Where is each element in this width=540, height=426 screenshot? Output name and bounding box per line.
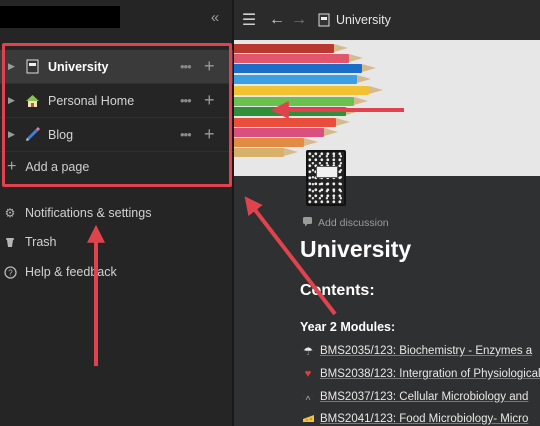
back-arrow-icon[interactable]: ← [266,11,288,29]
collapse-sidebar-icon[interactable]: « [206,9,224,27]
cover-pencil [234,97,368,106]
section-heading[interactable]: Year 2 Modules: [300,320,395,334]
page-title[interactable]: University [300,236,411,263]
gear-icon: ⚙ [4,206,16,220]
help-feedback-button[interactable]: ? Help & feedback [3,260,229,284]
module-link[interactable]: BMS2037/123: Cellular Microbiology and [300,387,540,407]
module-link[interactable]: ♥ BMS2038/123: Intergration of Physiolog… [300,364,540,384]
cover-pencil [234,64,376,73]
nav-label: Trash [25,235,57,249]
module-link[interactable]: ☂ BMS2035/123: Biochemistry - Enzymes a [300,341,540,361]
breadcrumb[interactable]: University [318,13,391,27]
nav-label: Help & feedback [25,265,117,279]
breadcrumb-title: University [336,13,391,27]
page-icon-notebook[interactable] [306,150,346,206]
module-link-text: BMS2035/123: Biochemistry - Enzymes a [320,345,533,357]
module-link-text: BMS2041/123: Food Microbiology- Micro [320,413,529,425]
cover-pencil [234,75,371,84]
cover-pencil [234,107,360,116]
notebook-icon [318,13,330,27]
nav-label: Notifications & settings [25,206,152,220]
help-icon: ? [3,265,17,279]
cover-pencil [234,148,298,157]
broken-heart-icon: ♥ [304,368,312,380]
add-discussion-button[interactable]: Add discussion [302,216,389,230]
cover-pencil [234,118,350,127]
module-link-text: BMS2038/123: Intergration of Physiologic… [320,368,540,380]
add-discussion-label: Add discussion [318,217,389,229]
cover-pencil [234,44,348,53]
contents-heading[interactable]: Contents: [300,282,375,300]
main-content: ☰ ← → University Add discussion Universi… [234,0,540,426]
cover-image [234,40,540,176]
svg-text:?: ? [8,268,13,277]
comment-icon [302,216,313,230]
trash-icon [3,235,17,249]
highlight-box [2,43,232,187]
notifications-settings-button[interactable]: ⚙ Notifications & settings [3,201,229,225]
top-bar: ☰ ← → University [234,0,540,40]
menu-icon[interactable]: ☰ [238,10,260,30]
cheese-icon [300,412,316,426]
module-link-text: BMS2037/123: Cellular Microbiology and [320,391,529,403]
cover-pencil [234,86,383,95]
cover-pencil [234,54,363,63]
umbrella-icon: ☂ [303,345,313,358]
module-link[interactable]: BMS2041/123: Food Microbiology- Micro [300,409,540,426]
forward-arrow-icon[interactable]: → [288,11,310,29]
trash-button[interactable]: Trash [3,230,229,254]
cover-pencil [234,138,318,147]
workspace-name-redacted[interactable] [0,6,120,28]
ant-icon [300,391,316,404]
cover-pencil [234,128,338,137]
